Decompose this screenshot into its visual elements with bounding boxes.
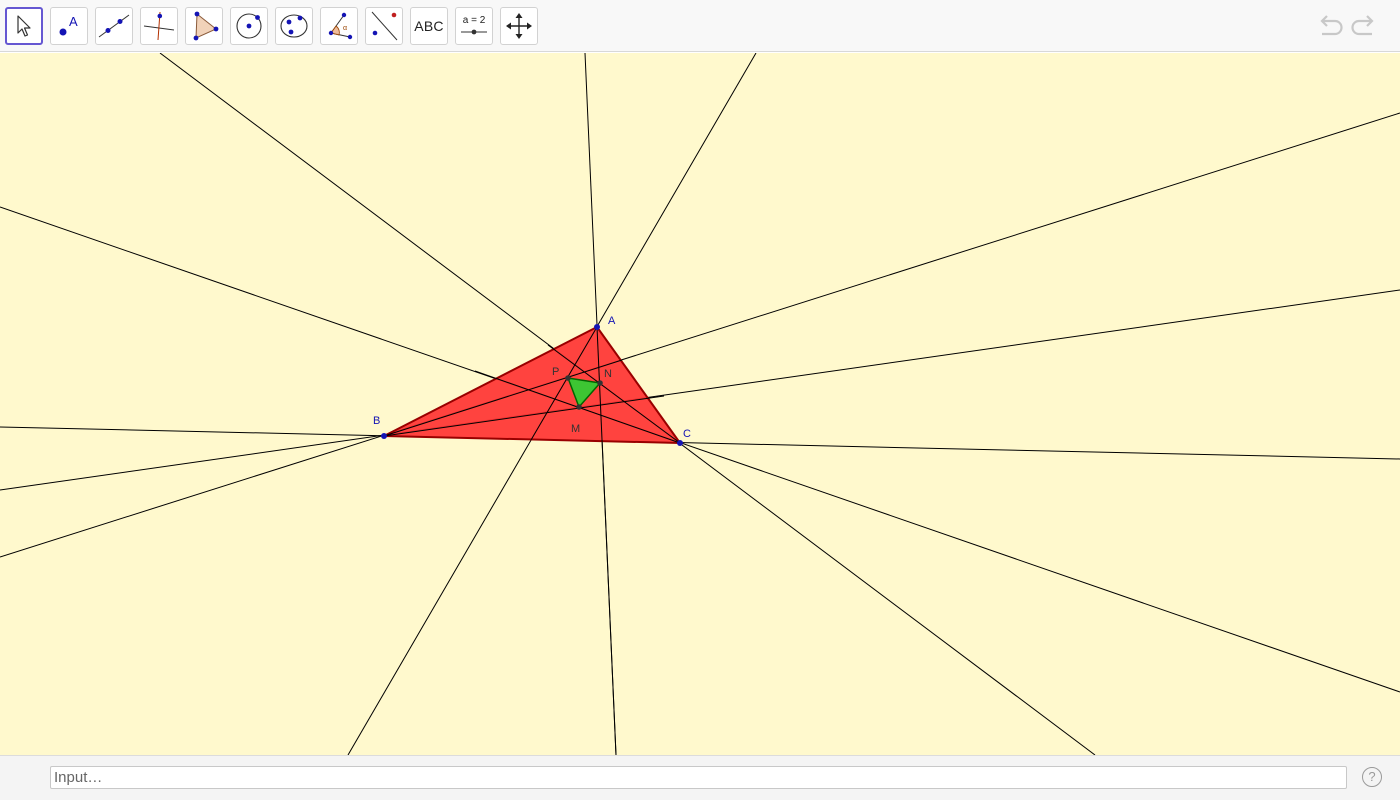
tool-angle[interactable]: α [320, 7, 358, 45]
line-through-b-2[interactable] [0, 289, 1400, 491]
toolbar: A α ABC a = 2 [0, 0, 1400, 52]
geogebra-app: A α ABC a = 2 A B C P N M Input… ? [0, 0, 1400, 800]
undo-icon [1320, 15, 1343, 36]
graphics-view[interactable]: A B C P N M [0, 53, 1400, 755]
tool-move[interactable] [5, 7, 43, 45]
input-help-button[interactable]: ? [1362, 767, 1382, 787]
redo-icon [1351, 15, 1374, 36]
graphics-canvas[interactable]: A B C P N M [0, 53, 1400, 755]
point-b[interactable] [381, 433, 387, 439]
label-m: M [571, 423, 580, 435]
tool-conic[interactable] [275, 7, 313, 45]
tool-polygon[interactable] [185, 7, 223, 45]
label-p: P [552, 366, 559, 378]
undo-button[interactable] [1314, 12, 1344, 42]
point-a[interactable] [594, 324, 600, 330]
line-through-c-2[interactable] [0, 206, 1400, 693]
move-graphics-view-icon [506, 13, 532, 39]
tool-line[interactable] [95, 7, 133, 45]
line-bc[interactable] [0, 426, 1400, 460]
tool-point[interactable]: A [50, 7, 88, 45]
tool-slider[interactable]: a = 2 [455, 7, 493, 45]
polygon-icon [193, 11, 219, 41]
tool-perpendicular[interactable] [140, 7, 178, 45]
redo-button[interactable] [1350, 12, 1380, 42]
point-p[interactable] [565, 375, 571, 381]
reflect-about-line-icon [371, 11, 398, 41]
line-through-two-points-icon [98, 14, 130, 38]
slider-icon: a = 2 [461, 15, 487, 35]
point-c[interactable] [677, 440, 683, 446]
svg-text:α: α [343, 25, 347, 32]
ellipse-icon [280, 14, 308, 38]
triangle-abc[interactable] [383, 326, 681, 444]
label-n: N [604, 368, 612, 380]
line-through-b-1[interactable] [0, 112, 1400, 558]
label-b: B [373, 415, 380, 427]
tool-reflect[interactable] [365, 7, 403, 45]
tool-move-graphics[interactable] [500, 7, 538, 45]
point-tool-label: A [69, 14, 78, 29]
slider-tool-label: a = 2 [463, 15, 486, 26]
point-icon: A [59, 14, 78, 36]
move-arrow-icon [17, 15, 31, 37]
help-icon: ? [1368, 769, 1376, 784]
label-c: C [683, 428, 691, 440]
circle-center-point-icon [236, 13, 262, 39]
tool-text[interactable]: ABC [410, 7, 448, 45]
algebra-input-field[interactable] [50, 766, 1347, 789]
point-n[interactable] [597, 380, 603, 386]
point-m[interactable] [576, 404, 582, 410]
perpendicular-line-icon [143, 11, 175, 41]
label-a: A [608, 315, 616, 327]
tool-circle[interactable] [230, 7, 268, 45]
input-bar: ? [0, 755, 1400, 800]
text-icon: ABC [414, 18, 444, 34]
angle-icon: α [328, 12, 353, 40]
